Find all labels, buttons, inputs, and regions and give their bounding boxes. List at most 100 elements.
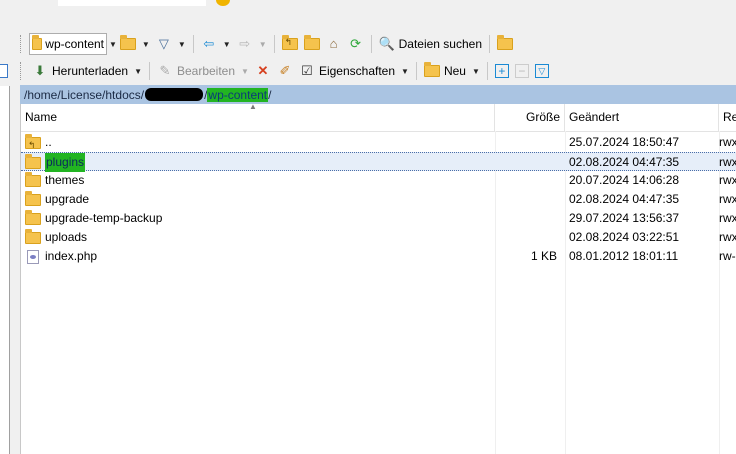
chevron-down-icon: ▼ <box>134 66 142 76</box>
file-name-cell: themes <box>25 171 495 190</box>
column-header-modified[interactable]: Geändert <box>565 104 719 131</box>
path-trailing-slash: / <box>268 87 272 102</box>
new-label: Neu <box>443 64 466 78</box>
root-folder-icon <box>303 35 320 50</box>
back-button[interactable]: ⇦ ▼ <box>198 33 234 55</box>
file-list[interactable]: Name ▲ Größe Geändert Rechte .. 25.07.202… <box>20 102 736 454</box>
file-modified: 08.01.2012 18:01:11 <box>569 249 679 263</box>
folder-combo[interactable]: wp-content <box>29 33 107 55</box>
delete-button[interactable]: ✕ <box>252 60 274 82</box>
file-rights: rw-r--r-- <box>719 249 736 263</box>
download-icon: ⬇ <box>34 63 46 78</box>
file-name-cell: upgrade-temp-backup <box>25 209 495 228</box>
file-modified: 29.07.2024 13:56:37 <box>569 211 680 225</box>
open-folder-button[interactable]: ▼ <box>117 33 153 55</box>
find-files-button[interactable]: 🔍 Dateien suchen <box>376 33 485 55</box>
download-label: Herunterladen <box>52 64 129 78</box>
forward-button[interactable]: ⇨ ▼ <box>234 33 270 55</box>
edit-icon: ✎ <box>159 63 171 78</box>
root-directory-button[interactable] <box>301 33 323 55</box>
properties-button[interactable]: ☑ Eigenschaften ▼ <box>296 60 412 82</box>
redacted-path-segment <box>145 88 204 101</box>
forward-arrow-icon: ⇨ <box>239 36 251 51</box>
column-header-size[interactable]: Größe <box>495 104 565 131</box>
chevron-down-icon: ▼ <box>177 39 186 49</box>
filter-button[interactable]: ▽ ▼ <box>153 33 189 55</box>
file-rights: rwxr-xr-x <box>719 211 736 225</box>
file-name: upgrade-temp-backup <box>45 211 163 225</box>
file-rights: rwxr-xr-x <box>719 192 736 206</box>
file-name: .. <box>45 135 52 149</box>
file-name-cell: plugins <box>25 153 495 172</box>
properties-icon: ☑ <box>301 63 313 78</box>
file-size <box>495 133 557 152</box>
chevron-down-icon: ▼ <box>241 66 249 76</box>
sync-folders-icon <box>497 35 513 50</box>
sort-ascending-icon: ▲ <box>249 102 257 111</box>
new-button[interactable]: Neu ▼ <box>421 60 483 82</box>
file-rights: rwxr-xr-x <box>719 155 736 169</box>
file-size: 1 KB <box>530 249 557 263</box>
file-row[interactable]: upgrade 02.08.2024 04:47:35 rwxr-xr-x <box>21 190 736 209</box>
file-row[interactable]: plugins 02.08.2024 04:47:35 rwxr-xr-x <box>21 152 736 172</box>
file-name: upgrade <box>45 192 90 206</box>
minus-icon: − <box>514 64 529 78</box>
synchronize-button[interactable] <box>494 33 516 55</box>
find-files-label: Dateien suchen <box>398 37 482 51</box>
path-current-folder[interactable]: wp-content <box>207 87 269 102</box>
title-blank-area <box>58 0 206 6</box>
toolbar-grip[interactable] <box>20 35 24 53</box>
download-button[interactable]: ⬇ Herunterladen ▼ <box>29 60 145 82</box>
refresh-button[interactable]: ⟳ <box>345 33 367 55</box>
file-name-cell: index.php <box>25 247 495 266</box>
file-size <box>495 153 557 172</box>
separator <box>148 62 150 80</box>
left-toolbar-icon[interactable] <box>0 64 8 78</box>
filter-icon: ▽ <box>158 36 169 51</box>
file-size <box>495 209 557 228</box>
file-name: plugins <box>45 153 86 172</box>
filter-files-button[interactable]: ▽ <box>532 60 552 82</box>
file-row[interactable]: uploads 02.08.2024 03:22:51 rwxr-xr-x <box>21 228 736 247</box>
separator <box>370 35 372 53</box>
file-size <box>495 171 557 190</box>
home-button[interactable]: ⌂ <box>323 33 345 55</box>
folder-icon <box>25 153 41 169</box>
file-name-cell: .. <box>25 133 495 152</box>
file-name: themes <box>45 173 85 187</box>
file-modified: 25.07.2024 18:50:47 <box>569 135 680 149</box>
folder-combo-dropdown-icon[interactable]: ▼ <box>109 40 117 49</box>
file-row[interactable]: .. 25.07.2024 18:50:47 rwxr-xr-x <box>21 133 736 152</box>
back-arrow-icon: ⇦ <box>203 36 215 51</box>
file-name-cell: upgrade <box>25 190 495 209</box>
file-rights: rwxr-xr-x <box>719 230 736 244</box>
column-header-rights[interactable]: Rechte <box>719 104 736 131</box>
file-row[interactable]: themes 20.07.2024 14:06:28 rwxr-xr-x <box>21 171 736 190</box>
chevron-down-icon: ▼ <box>401 66 409 76</box>
toolbar-grip[interactable] <box>20 62 24 80</box>
unselect-files-button[interactable]: − <box>512 60 532 82</box>
new-folder-icon <box>423 62 440 77</box>
rename-button[interactable]: ✐ <box>274 60 296 82</box>
folder-icon <box>25 209 41 225</box>
file-modified: 02.08.2024 04:47:35 <box>569 192 680 206</box>
chevron-down-icon: ▼ <box>471 66 480 76</box>
column-header-name[interactable]: Name <box>21 104 495 131</box>
properties-label: Eigenschaften <box>318 64 396 78</box>
title-strip <box>0 0 736 30</box>
toolbar-navigation: wp-content ▼ ▼ ▽▼ ⇦▼ ⇨▼ ⌂ ⟳ 🔍 Dateien su… <box>20 31 516 57</box>
path-bar[interactable]: /home/License/htdocs/ / wp-content / <box>20 85 736 104</box>
folder-icon <box>25 228 41 244</box>
parent-directory-button[interactable] <box>279 33 301 55</box>
find-files-icon: 🔍 <box>378 36 395 51</box>
open-folder-icon <box>119 35 136 50</box>
path-prefix[interactable]: /home/License/htdocs/ <box>24 88 144 102</box>
separator <box>489 35 490 53</box>
file-row[interactable]: upgrade-temp-backup 29.07.2024 13:56:37 rw… <box>21 209 736 228</box>
edit-button[interactable]: ✎ Bearbeiten ▼ <box>154 60 252 82</box>
file-row[interactable]: index.php 1 KB 08.01.2012 18:01:11 rw-r--r-… <box>21 247 736 266</box>
plus-icon: + <box>494 64 509 78</box>
file-modified: 02.08.2024 04:47:35 <box>569 155 680 169</box>
file-name: index.php <box>45 249 98 263</box>
select-files-button[interactable]: + <box>492 60 512 82</box>
